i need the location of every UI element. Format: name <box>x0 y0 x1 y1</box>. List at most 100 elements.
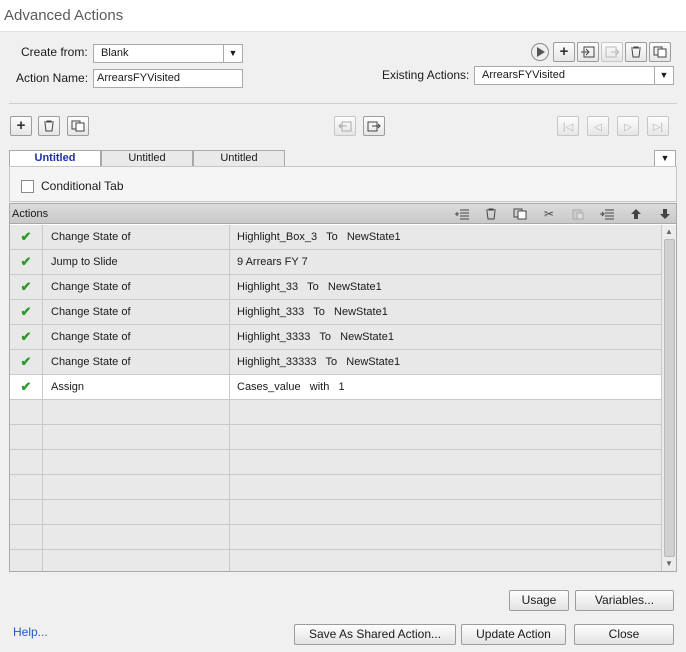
table-row[interactable]: ✔ Change State of Highlight_333 To NewStat… <box>10 300 661 325</box>
empty-table-row[interactable] <box>10 550 661 571</box>
tab-untitled-3[interactable]: Untitled <box>193 150 285 167</box>
empty-table-row[interactable] <box>10 525 661 550</box>
copy-row-icon[interactable] <box>511 206 529 222</box>
empty-cell[interactable] <box>230 450 661 474</box>
scrollbar-thumb[interactable] <box>664 239 675 557</box>
table-row[interactable]: ✔ Change State of Highlight_33333 To NewSt… <box>10 350 661 375</box>
conditional-tab-checkbox[interactable] <box>21 180 34 193</box>
row-params-cell[interactable]: Highlight_33 To NewState1 <box>230 275 661 299</box>
move-up-icon[interactable] <box>627 206 645 222</box>
move-decision-left-button[interactable] <box>334 116 356 136</box>
row-params-cell[interactable]: Highlight_33333 To NewState1 <box>230 350 661 374</box>
tab-untitled-2[interactable]: Untitled <box>101 150 193 167</box>
previous-icon: ◁ <box>594 122 602 133</box>
empty-cell[interactable] <box>10 400 43 424</box>
checkmark-icon: ✔ <box>20 379 32 394</box>
empty-cell[interactable] <box>230 550 661 571</box>
empty-cell[interactable] <box>10 500 43 524</box>
table-row[interactable]: ✔ Change State of Highlight_Box_3 To NewSt… <box>10 225 661 250</box>
empty-table-row[interactable] <box>10 400 661 425</box>
empty-cell[interactable] <box>10 425 43 449</box>
empty-cell[interactable] <box>230 475 661 499</box>
empty-cell[interactable] <box>230 425 661 449</box>
chevron-down-icon: ▼ <box>660 153 670 163</box>
duplicate-action-button[interactable] <box>649 42 671 62</box>
empty-table-row[interactable] <box>10 425 661 450</box>
update-action-button[interactable]: Update Action <box>461 624 566 645</box>
empty-cell[interactable] <box>10 550 43 571</box>
insert-below-icon[interactable] <box>598 206 616 222</box>
scroll-up-icon[interactable]: ▲ <box>662 225 676 239</box>
empty-cell[interactable] <box>43 425 230 449</box>
empty-cell[interactable] <box>43 475 230 499</box>
table-row[interactable]: ✔ Change State of Highlight_3333 To NewSta… <box>10 325 661 350</box>
move-decision-right-button[interactable] <box>363 116 385 136</box>
insert-row-icon[interactable] <box>453 206 471 222</box>
previous-decision-button[interactable]: ◁ <box>587 116 609 136</box>
export-action-button[interactable] <box>601 42 623 62</box>
conditional-tab-label: Conditional Tab <box>41 179 124 193</box>
row-action-cell[interactable]: Change State of <box>43 325 230 349</box>
empty-cell[interactable] <box>230 400 661 424</box>
row-params-cell[interactable]: Cases_value with 1 <box>230 375 661 399</box>
row-params-cell[interactable]: Highlight_3333 To NewState1 <box>230 325 661 349</box>
empty-cell[interactable] <box>43 500 230 524</box>
empty-table-row[interactable] <box>10 475 661 500</box>
last-decision-button[interactable]: ▷| <box>647 116 669 136</box>
row-action-cell[interactable]: Jump to Slide <box>43 250 230 274</box>
usage-button[interactable]: Usage <box>509 590 569 611</box>
empty-table-row[interactable] <box>10 450 661 475</box>
create-from-dropdown[interactable]: Blank ▼ <box>93 44 243 63</box>
table-row[interactable]: ✔ Jump to Slide 9 Arrears FY 7 <box>10 250 661 275</box>
scroll-down-icon[interactable]: ▼ <box>662 557 676 571</box>
empty-cell[interactable] <box>230 525 661 549</box>
import-icon <box>581 46 595 58</box>
empty-cell[interactable] <box>10 525 43 549</box>
row-action-cell[interactable]: Change State of <box>43 300 230 324</box>
row-action-cell[interactable]: Change State of <box>43 350 230 374</box>
preview-button[interactable] <box>531 43 549 61</box>
cut-row-icon[interactable]: ✂ <box>540 206 558 222</box>
close-button[interactable]: Close <box>574 624 674 645</box>
empty-cell[interactable] <box>43 400 230 424</box>
row-action-cell[interactable]: Change State of <box>43 275 230 299</box>
empty-cell[interactable] <box>43 525 230 549</box>
plus-icon: + <box>16 117 26 134</box>
row-status-cell: ✔ <box>10 350 43 374</box>
existing-actions-value: ArrearsFYVisited <box>482 69 565 81</box>
move-down-icon[interactable] <box>656 206 674 222</box>
row-action-cell[interactable]: Change State of <box>43 225 230 249</box>
delete-action-button[interactable] <box>625 42 647 62</box>
tabs-dropdown-button[interactable]: ▼ <box>654 150 676 167</box>
paste-row-icon[interactable] <box>569 206 587 222</box>
duplicate-decision-button[interactable] <box>67 116 89 136</box>
existing-actions-dropdown[interactable]: ArrearsFYVisited ▼ <box>474 66 674 85</box>
checkmark-icon: ✔ <box>20 354 32 369</box>
table-row[interactable]: ✔ Change State of Highlight_33 To NewState… <box>10 275 661 300</box>
import-action-button[interactable] <box>577 42 599 62</box>
empty-cell[interactable] <box>10 475 43 499</box>
tab-untitled-1[interactable]: Untitled <box>9 150 101 167</box>
empty-cell[interactable] <box>230 500 661 524</box>
empty-cell[interactable] <box>43 450 230 474</box>
first-decision-button[interactable]: |◁ <box>557 116 579 136</box>
row-params-cell[interactable]: 9 Arrears FY 7 <box>230 250 661 274</box>
empty-table-row[interactable] <box>10 500 661 525</box>
table-row[interactable]: ✔ Assign Cases_value with 1 <box>10 375 661 400</box>
add-decision-button[interactable]: + <box>10 116 32 136</box>
actions-scrollbar[interactable]: ▲ ▼ <box>661 225 676 571</box>
save-as-shared-action-button[interactable]: Save As Shared Action... <box>294 624 456 645</box>
empty-cell[interactable] <box>10 450 43 474</box>
delete-decision-button[interactable] <box>38 116 60 136</box>
delete-row-icon[interactable] <box>482 206 500 222</box>
help-link[interactable]: Help... <box>13 625 48 639</box>
row-params-cell[interactable]: Highlight_333 To NewState1 <box>230 300 661 324</box>
variables-button[interactable]: Variables... <box>575 590 674 611</box>
empty-cell[interactable] <box>43 550 230 571</box>
action-name-input[interactable]: ArrearsFYVisited <box>93 69 243 88</box>
next-decision-button[interactable]: ▷ <box>617 116 639 136</box>
row-params-cell[interactable]: Highlight_Box_3 To NewState1 <box>230 225 661 249</box>
row-action-cell[interactable]: Assign <box>43 375 230 399</box>
new-action-button[interactable]: + <box>553 42 575 62</box>
move-right-icon <box>367 121 381 132</box>
